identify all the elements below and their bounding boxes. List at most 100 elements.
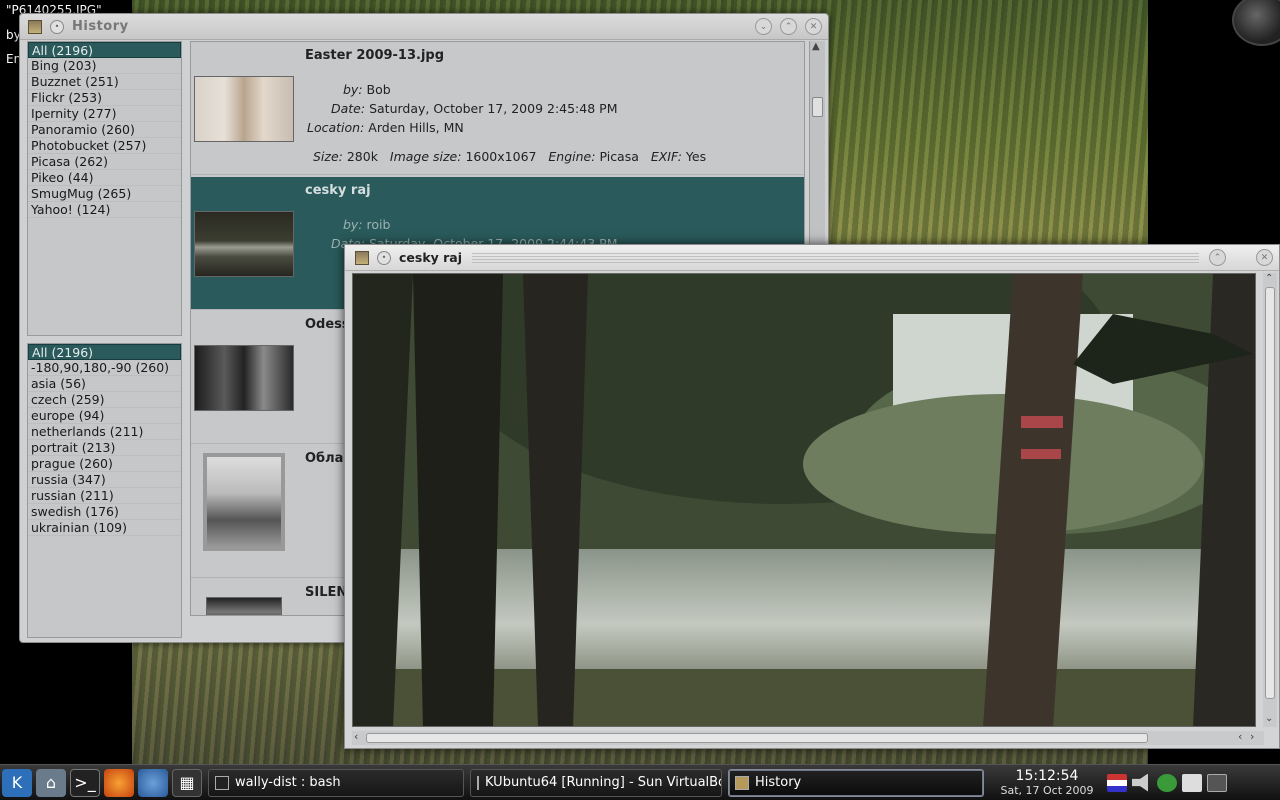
entry-image-size: 1600x1067 <box>465 149 537 164</box>
task-history[interactable]: History <box>728 768 984 797</box>
tag-item[interactable]: russian (211) <box>28 488 181 504</box>
pin-icon[interactable]: • <box>377 250 391 265</box>
tag-item[interactable]: czech (259) <box>28 392 181 408</box>
entry-engine: Picasa <box>599 149 639 164</box>
task-label: wally-dist : bash <box>235 775 341 790</box>
scroll-left-icon-2[interactable]: ‹ <box>1238 730 1242 743</box>
photo-thumbnail[interactable] <box>194 345 294 411</box>
entry-date: Saturday, October 17, 2009 2:45:48 PM <box>369 101 618 116</box>
entry-author: roib <box>366 217 391 232</box>
source-item[interactable]: Ipernity (277) <box>28 106 181 122</box>
exif-label: EXIF: <box>650 149 682 164</box>
clock-time: 15:12:54 <box>1015 768 1079 784</box>
engine-label: Engine: <box>548 149 596 164</box>
desktop-pager-icon[interactable]: ▦ <box>172 768 202 797</box>
clipboard-icon[interactable] <box>1182 773 1202 792</box>
source-item[interactable]: Picasa (262) <box>28 154 181 170</box>
scrollbar-thumb[interactable] <box>812 97 823 117</box>
viewer-titlebar[interactable]: • cesky raj ⌃ ✕ <box>345 245 1279 271</box>
viewer-title: cesky raj <box>399 250 463 265</box>
terminal-icon[interactable]: >_ <box>70 768 100 797</box>
clock-date: Sat, 17 Oct 2009 <box>1000 784 1094 797</box>
photo-thumbnail[interactable] <box>194 211 294 277</box>
tag-item[interactable]: portrait (213) <box>28 440 181 456</box>
history-app-icon <box>735 775 749 790</box>
firefox-icon[interactable] <box>104 768 134 797</box>
tag-item[interactable]: -180,90,180,-90 (260) <box>28 360 181 376</box>
minimize-button[interactable]: ⌄ <box>755 18 772 35</box>
viewer-photo[interactable] <box>352 273 1256 727</box>
tag-item[interactable]: prague (260) <box>28 456 181 472</box>
by-label: by: <box>343 82 363 97</box>
entry-author: Bob <box>366 82 391 97</box>
source-item[interactable]: SmugMug (265) <box>28 186 181 202</box>
history-titlebar[interactable]: • History ⌄ ⌃ ✕ <box>20 14 828 40</box>
scroll-right-icon[interactable]: › <box>1250 730 1254 743</box>
network-icon[interactable] <box>1157 773 1177 792</box>
source-item[interactable]: Flickr (253) <box>28 90 181 106</box>
tag-item[interactable]: asia (56) <box>28 376 181 392</box>
sources-list[interactable]: All (2196) Bing (203) Buzznet (251) Flickr … <box>27 41 182 336</box>
photo-thumbnail[interactable] <box>206 597 282 615</box>
titlebar-grip <box>472 252 1199 263</box>
location-label: Location: <box>307 120 365 135</box>
size-label: Size: <box>313 149 343 164</box>
source-item[interactable]: Bing (203) <box>28 58 181 74</box>
scrollbar-thumb[interactable] <box>1265 287 1275 699</box>
maximize-button[interactable]: ⌃ <box>780 18 797 35</box>
taskbar: K ⌂ >_ ▦ wally-dist : bash KUbuntu64 [Ru… <box>0 764 1280 800</box>
source-item[interactable]: Yahoo! (124) <box>28 202 181 218</box>
date-label: Date: <box>331 101 366 116</box>
source-item[interactable]: Pikeo (44) <box>28 170 181 186</box>
app-icon[interactable] <box>355 250 369 265</box>
task-label: History <box>755 775 802 790</box>
tag-item[interactable]: ukrainian (109) <box>28 520 181 536</box>
close-button[interactable]: ✕ <box>805 18 822 35</box>
task-virtualbox[interactable]: KUbuntu64 [Running] - Sun VirtualBox <box>470 768 722 797</box>
entry-title: cesky raj <box>305 183 371 198</box>
maximize-button[interactable]: ⌃ <box>1209 249 1226 266</box>
scrollbar-thumb[interactable] <box>366 733 1148 743</box>
tag-item[interactable]: russia (347) <box>28 472 181 488</box>
show-desktop-icon[interactable] <box>1207 773 1227 792</box>
keyboard-layout-icon[interactable] <box>1107 773 1127 792</box>
clock[interactable]: 15:12:54 Sat, 17 Oct 2009 <box>992 768 1102 797</box>
pin-icon[interactable]: • <box>50 19 64 34</box>
tag-item[interactable]: All (2196) <box>28 344 181 360</box>
close-button[interactable]: ✕ <box>1256 249 1273 266</box>
photo-canvas <box>353 274 1255 726</box>
source-item[interactable]: All (2196) <box>28 42 181 58</box>
tag-item[interactable]: netherlands (211) <box>28 424 181 440</box>
history-entry[interactable]: Easter 2009-13.jpg by: Bob Date: Saturda… <box>191 42 804 175</box>
entry-title: Odess <box>305 317 350 332</box>
scroll-up-icon[interactable]: ▲ <box>812 41 820 52</box>
file-manager-icon[interactable]: ⌂ <box>36 768 66 797</box>
scroll-left-icon[interactable]: ‹ <box>354 730 358 743</box>
photo-thumbnail[interactable] <box>203 453 285 551</box>
source-item[interactable]: Panoramio (260) <box>28 122 181 138</box>
photo-thumbnail[interactable] <box>194 76 294 142</box>
kde-menu-icon[interactable]: K <box>2 768 32 797</box>
thunderbird-icon[interactable] <box>138 768 168 797</box>
source-item[interactable]: Buzznet (251) <box>28 74 181 90</box>
terminal-icon <box>215 775 229 790</box>
tag-item[interactable]: swedish (176) <box>28 504 181 520</box>
viewer-horizontal-scrollbar[interactable]: ‹ ‹ › <box>352 730 1264 745</box>
task-label: KUbuntu64 [Running] - Sun VirtualBox <box>485 775 722 790</box>
task-bash[interactable]: wally-dist : bash <box>208 768 464 797</box>
virtualbox-icon <box>477 775 479 790</box>
image-size-label: Image size: <box>389 149 462 164</box>
scroll-up-icon[interactable]: ⌃ <box>1265 273 1273 284</box>
tags-list[interactable]: All (2196) -180,90,180,-90 (260) asia (56)… <box>27 343 182 638</box>
entry-location: Arden Hills, MN <box>368 120 464 135</box>
scroll-down-icon[interactable]: ⌄ <box>1265 713 1273 724</box>
plasma-cashew-icon[interactable] <box>1232 0 1280 46</box>
app-icon[interactable] <box>28 19 42 34</box>
tag-item[interactable]: europe (94) <box>28 408 181 424</box>
volume-icon[interactable] <box>1132 773 1148 792</box>
source-item[interactable]: Photobucket (257) <box>28 138 181 154</box>
by-label: by: <box>343 217 363 232</box>
image-viewer-window: • cesky raj ⌃ ✕ ⌃ ⌄ ‹ ‹ › <box>344 244 1280 749</box>
viewer-vertical-scrollbar[interactable]: ⌃ ⌄ <box>1263 273 1277 727</box>
entry-title: Easter 2009-13.jpg <box>305 48 445 63</box>
